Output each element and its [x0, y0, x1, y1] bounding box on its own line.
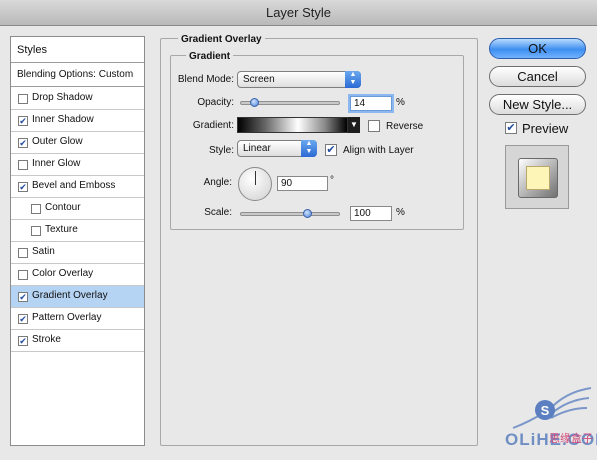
title-bar[interactable]: Layer Style	[0, 0, 597, 26]
sidebar-item[interactable]: Inner Glow	[11, 154, 144, 176]
sidebar-item[interactable]: ✔ Outer Glow	[11, 132, 144, 154]
sidebar-item-checkbox[interactable]: ✔	[18, 336, 28, 346]
reverse-checkbox[interactable]	[368, 120, 380, 132]
sidebar-item[interactable]: ✔ Stroke	[11, 330, 144, 352]
blending-options-label: Blending Options: Custom	[17, 69, 134, 80]
gradient-label: Gradient:	[192, 120, 234, 131]
scale-unit: %	[396, 207, 405, 218]
blend-mode-value: Screen	[243, 74, 275, 85]
watermark-cn-text: 思缘盒子	[549, 433, 593, 445]
angle-input[interactable]: 90	[277, 176, 328, 191]
opacity-label: Opacity:	[197, 97, 234, 108]
sidebar-item-label: Texture	[45, 224, 78, 235]
preview-thumbnail	[505, 145, 569, 209]
sidebar-item-label: Outer Glow	[32, 136, 83, 147]
sidebar-item[interactable]: ✔ Pattern Overlay	[11, 308, 144, 330]
sidebar-item-checkbox[interactable]	[18, 160, 28, 170]
popup-arrows-icon: ▲ ▼	[301, 140, 317, 157]
blend-mode-select[interactable]: Screen ▲ ▼	[237, 71, 361, 88]
style-label: Style:	[208, 145, 234, 156]
sidebar-item[interactable]: ✔ Gradient Overlay	[11, 286, 144, 308]
scale-input[interactable]: 100	[350, 206, 392, 221]
sidebar-item-label: Inner Glow	[32, 158, 81, 169]
sidebar-item[interactable]: Color Overlay	[11, 264, 144, 286]
group-title: Gradient	[186, 51, 234, 62]
styles-sidebar: Styles Blending Options: Custom Drop Sha…	[10, 36, 145, 446]
sidebar-item[interactable]: Contour	[11, 198, 144, 220]
gradient-swatch[interactable]	[237, 117, 348, 133]
cancel-button[interactable]: Cancel	[489, 66, 586, 87]
sidebar-item-label: Drop Shadow	[32, 92, 93, 103]
svg-text:S: S	[541, 403, 550, 418]
sidebar-item[interactable]: Drop Shadow	[11, 88, 144, 110]
scale-label: Scale:	[204, 207, 232, 218]
opacity-input[interactable]: 14	[350, 96, 392, 111]
sidebar-item-checkbox[interactable]: ✔	[18, 138, 28, 148]
sidebar-item-label: Bevel and Emboss	[32, 180, 116, 191]
align-with-layer-checkbox[interactable]: ✔	[325, 144, 337, 156]
styles-header-label: Styles	[17, 44, 47, 56]
style-select[interactable]: Linear ▲ ▼	[237, 140, 317, 157]
sidebar-item-checkbox[interactable]: ✔	[18, 314, 28, 324]
sidebar-item-checkbox[interactable]	[18, 270, 28, 280]
gradient-dropdown-icon[interactable]: ▼	[348, 117, 360, 133]
preview-checkbox[interactable]: ✔	[505, 122, 517, 134]
align-with-layer-label: Align with Layer	[343, 145, 414, 156]
sidebar-item-checkbox[interactable]	[18, 248, 28, 258]
blend-mode-label: Blend Mode:	[177, 74, 234, 85]
sidebar-item-label: Stroke	[32, 334, 61, 345]
section-title: Gradient Overlay	[178, 34, 265, 45]
preview-fill	[526, 166, 550, 190]
opacity-slider-thumb[interactable]	[250, 98, 259, 107]
sidebar-item-label: Gradient Overlay	[32, 290, 108, 301]
preview-frame	[518, 158, 558, 198]
sidebar-styles-header[interactable]: Styles	[11, 37, 144, 63]
angle-unit: °	[330, 175, 334, 186]
sidebar-item-checkbox[interactable]	[18, 94, 28, 104]
sidebar-item-label: Pattern Overlay	[32, 312, 102, 323]
sidebar-item-checkbox[interactable]: ✔	[18, 116, 28, 126]
wings-logo-icon: S	[512, 387, 592, 429]
scale-slider-thumb[interactable]	[303, 209, 312, 218]
preview-label: Preview	[522, 121, 569, 136]
sidebar-item-label: Satin	[32, 246, 55, 257]
sidebar-item-checkbox[interactable]	[31, 204, 41, 214]
sidebar-item[interactable]: ✔ Inner Shadow	[11, 110, 144, 132]
sidebar-item[interactable]: Satin	[11, 242, 144, 264]
sidebar-item-label: Contour	[45, 202, 81, 213]
sidebar-item-label: Color Overlay	[32, 268, 94, 279]
angle-dial[interactable]	[238, 167, 272, 201]
sidebar-item-label: Inner Shadow	[32, 114, 94, 125]
sidebar-item[interactable]: ✔ Bevel and Emboss	[11, 176, 144, 198]
scale-slider-track[interactable]	[240, 212, 340, 216]
ok-button[interactable]: OK	[489, 38, 586, 59]
popup-arrows-icon: ▲ ▼	[345, 71, 361, 88]
window-title: Layer Style	[265, 5, 332, 20]
angle-needle	[255, 171, 256, 185]
watermark: S OLiHE.COM 思缘盒子	[505, 382, 597, 456]
opacity-unit: %	[396, 97, 405, 108]
style-value: Linear	[243, 143, 271, 154]
sidebar-item[interactable]: Texture	[11, 220, 144, 242]
new-style-button[interactable]: New Style...	[489, 94, 586, 115]
sidebar-item-checkbox[interactable]	[31, 226, 41, 236]
angle-label: Angle:	[203, 177, 232, 188]
reverse-label: Reverse	[386, 121, 424, 132]
layer-style-dialog: Layer Style Styles Blending Options: Cus…	[0, 0, 597, 460]
sidebar-item-checkbox[interactable]: ✔	[18, 292, 28, 302]
sidebar-item-checkbox[interactable]: ✔	[18, 182, 28, 192]
sidebar-blending-options[interactable]: Blending Options: Custom	[11, 63, 144, 87]
